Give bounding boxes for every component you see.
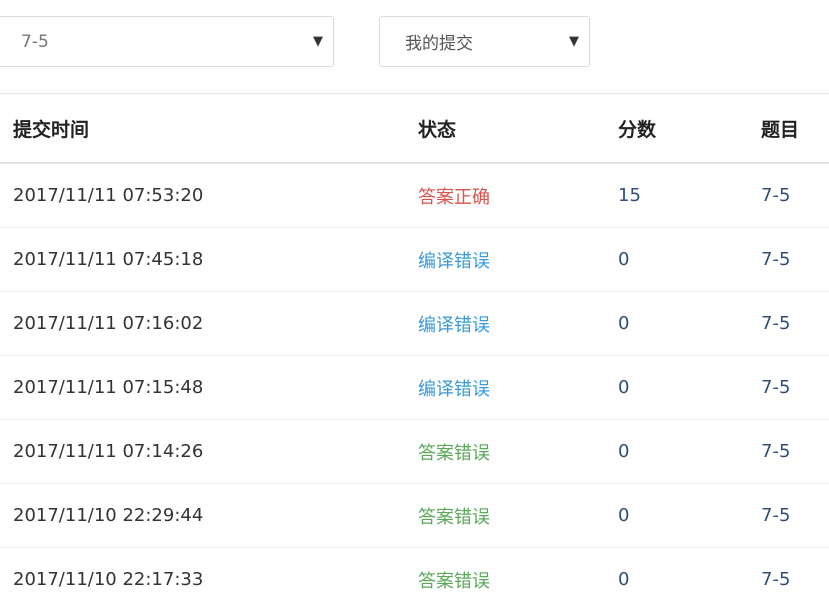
problem-link[interactable]: 7-5: [761, 355, 829, 420]
submit-time-cell: 2017/11/11 07:15:48: [0, 355, 418, 420]
status-link[interactable]: 答案错误: [418, 419, 618, 484]
submit-time-cell: 2017/11/10 22:29:44: [0, 483, 418, 548]
table-row[interactable]: 2017/11/11 07:53:20 答案正确 15 7-5: [0, 163, 829, 228]
chevron-down-icon[interactable]: ▼: [569, 34, 579, 49]
submissions-table: 提交时间 状态 分数 题目 2017/11/11 07:53:20 答案正确 15 7…: [0, 94, 829, 601]
submit-time-cell: 2017/11/11 07:16:02: [0, 291, 418, 356]
problem-filter-select[interactable]: 7-5 ▼: [0, 16, 334, 67]
submit-time-cell: 2017/11/11 07:45:18: [0, 227, 418, 292]
submission-scope-value: 我的提交: [405, 34, 473, 54]
problem-filter-value: 7-5: [21, 31, 49, 52]
table-row[interactable]: 2017/11/10 22:29:44 答案错误 0 7-5: [0, 483, 829, 548]
header-submit-time: 提交时间: [0, 94, 418, 164]
status-link[interactable]: 答案错误: [418, 547, 618, 601]
submissions-page: 7-5 ▼ 我的提交 ▼ 提交时间 状态 分数 题目 2017/11/11 07…: [0, 0, 829, 601]
score-link[interactable]: 0: [618, 291, 761, 356]
submission-scope-select[interactable]: 我的提交 ▼: [379, 16, 590, 67]
status-link[interactable]: 编译错误: [418, 227, 618, 292]
table-row[interactable]: 2017/11/11 07:45:18 编译错误 0 7-5: [0, 227, 829, 292]
table-row[interactable]: 2017/11/11 07:16:02 编译错误 0 7-5: [0, 291, 829, 356]
submit-time-cell: 2017/11/11 07:14:26: [0, 419, 418, 484]
problem-link[interactable]: 7-5: [761, 547, 829, 601]
score-link[interactable]: 0: [618, 419, 761, 484]
header-problem: 题目: [761, 94, 829, 164]
table-row[interactable]: 2017/11/11 07:14:26 答案错误 0 7-5: [0, 419, 829, 484]
problem-link[interactable]: 7-5: [761, 291, 829, 356]
status-link[interactable]: 编译错误: [418, 291, 618, 356]
header-score: 分数: [618, 94, 761, 164]
score-link[interactable]: 0: [618, 355, 761, 420]
table-row[interactable]: 2017/11/10 22:17:33 答案错误 0 7-5: [0, 547, 829, 601]
problem-link[interactable]: 7-5: [761, 419, 829, 484]
status-link[interactable]: 答案正确: [418, 163, 618, 228]
score-link[interactable]: 0: [618, 483, 761, 548]
table-header-row: 提交时间 状态 分数 题目: [0, 94, 829, 164]
problem-link[interactable]: 7-5: [761, 163, 829, 228]
header-status: 状态: [418, 94, 618, 164]
submit-time-cell: 2017/11/10 22:17:33: [0, 547, 418, 601]
status-link[interactable]: 编译错误: [418, 355, 618, 420]
status-link[interactable]: 答案错误: [418, 483, 618, 548]
score-link[interactable]: 15: [618, 163, 761, 228]
submit-time-cell: 2017/11/11 07:53:20: [0, 163, 418, 228]
problem-link[interactable]: 7-5: [761, 483, 829, 548]
chevron-down-icon[interactable]: ▼: [313, 34, 323, 49]
problem-link[interactable]: 7-5: [761, 227, 829, 292]
score-link[interactable]: 0: [618, 547, 761, 601]
table-row[interactable]: 2017/11/11 07:15:48 编译错误 0 7-5: [0, 355, 829, 420]
score-link[interactable]: 0: [618, 227, 761, 292]
